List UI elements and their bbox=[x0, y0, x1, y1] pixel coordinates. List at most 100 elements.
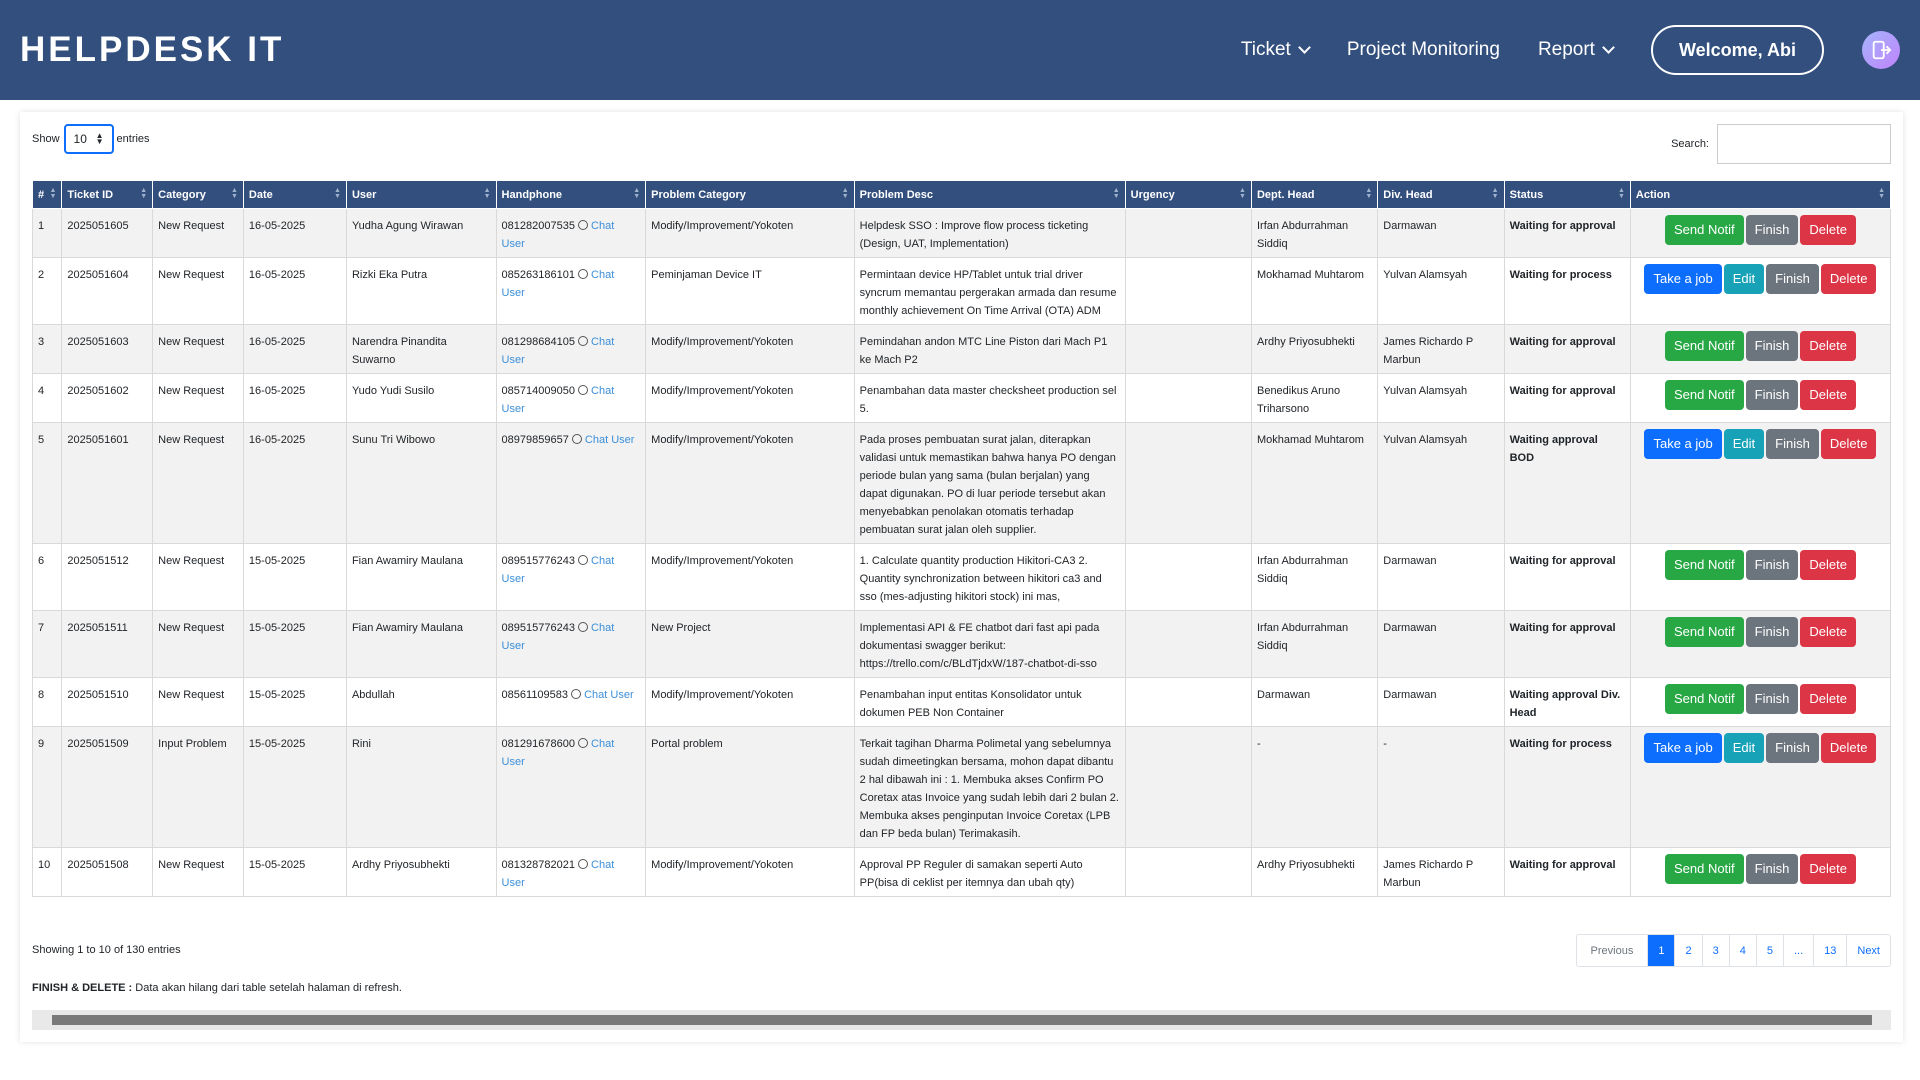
nav-project-monitoring[interactable]: Project Monitoring bbox=[1347, 39, 1500, 61]
phone-number: 08561109583 bbox=[501, 689, 569, 701]
chevron-down-icon bbox=[1602, 41, 1615, 54]
pagination-next[interactable]: Next bbox=[1846, 935, 1890, 966]
whatsapp-icon bbox=[578, 385, 589, 395]
nav-ticket[interactable]: Ticket bbox=[1241, 39, 1311, 61]
delete-button[interactable]: Delete bbox=[1800, 215, 1856, 245]
cell-category: New Request bbox=[152, 208, 244, 258]
column-header[interactable]: Status ▲ ▼ bbox=[1503, 180, 1631, 209]
cell-date: 16-05-2025 bbox=[242, 422, 347, 544]
cell-no: 5 bbox=[31, 422, 63, 544]
entries-select[interactable]: 10 ▲ ▼ bbox=[63, 124, 114, 154]
delete-button[interactable]: Delete bbox=[1800, 380, 1856, 410]
phone-number: 081328782021 bbox=[501, 859, 575, 871]
cell-category: New Request bbox=[152, 610, 244, 678]
cell-urgency bbox=[1124, 208, 1252, 258]
finish-button[interactable]: Finish bbox=[1745, 331, 1799, 361]
pagination-page[interactable]: 2 bbox=[1674, 935, 1701, 966]
cell-no: 4 bbox=[31, 373, 63, 423]
chat-user-link[interactable]: Chat User bbox=[571, 434, 635, 446]
cell-dept-head: Irfan Abdurrahman Siddiq bbox=[1250, 543, 1379, 611]
cell-user: Ardhy Priyosubhekti bbox=[345, 847, 497, 897]
edit-button[interactable]: Edit bbox=[1723, 429, 1765, 459]
column-header[interactable]: # ▲ ▼ bbox=[31, 180, 63, 209]
chat-user-label: Chat User bbox=[584, 434, 635, 446]
scrollbar-thumb[interactable] bbox=[52, 1015, 1872, 1025]
nav-report[interactable]: Report bbox=[1538, 39, 1615, 61]
column-header[interactable]: Action ▲ ▼ bbox=[1629, 180, 1892, 209]
column-header[interactable]: Category ▲ ▼ bbox=[152, 180, 244, 209]
take-a-job-button[interactable]: Take a job bbox=[1644, 264, 1722, 294]
finish-button[interactable]: Finish bbox=[1745, 854, 1799, 884]
cell-problem-desc: 1. Calculate quantity production Hikitor… bbox=[853, 543, 1126, 611]
edit-button[interactable]: Edit bbox=[1723, 733, 1765, 763]
send-notif-button[interactable]: Send Notif bbox=[1664, 215, 1744, 245]
pagination-previous[interactable]: Previous bbox=[1577, 935, 1648, 966]
column-header[interactable]: Problem Category ▲ ▼ bbox=[645, 180, 855, 209]
cell-handphone: 085263186101 Chat User bbox=[495, 257, 647, 325]
horizontal-scrollbar[interactable] bbox=[32, 1010, 1891, 1030]
send-notif-button[interactable]: Send Notif bbox=[1664, 854, 1744, 884]
cell-no: 10 bbox=[31, 847, 63, 897]
finish-button[interactable]: Finish bbox=[1766, 429, 1819, 459]
status-cell: Waiting for approval bbox=[1503, 324, 1631, 374]
take-a-job-button[interactable]: Take a job bbox=[1644, 733, 1722, 763]
finish-button[interactable]: Finish bbox=[1745, 550, 1799, 580]
finish-button[interactable]: Finish bbox=[1766, 733, 1819, 763]
search-input[interactable] bbox=[1717, 124, 1891, 164]
pagination-page[interactable]: ... bbox=[1782, 935, 1813, 966]
column-header-label: User bbox=[351, 188, 377, 201]
sort-icon: ▲ ▼ bbox=[1239, 187, 1246, 200]
status-cell: Waiting for approval bbox=[1503, 208, 1631, 258]
send-notif-button[interactable]: Send Notif bbox=[1664, 617, 1744, 647]
cell-urgency bbox=[1124, 847, 1252, 897]
cell-ticket-id: 2025051605 bbox=[61, 208, 154, 258]
delete-button[interactable]: Delete bbox=[1800, 617, 1856, 647]
column-header[interactable]: User ▲ ▼ bbox=[345, 180, 497, 209]
delete-button[interactable]: Delete bbox=[1820, 264, 1877, 294]
finish-button[interactable]: Finish bbox=[1766, 264, 1819, 294]
take-a-job-button[interactable]: Take a job bbox=[1644, 429, 1722, 459]
pagination-page[interactable]: 5 bbox=[1755, 935, 1783, 966]
welcome-button[interactable]: Welcome, Abi bbox=[1650, 25, 1824, 75]
finish-button[interactable]: Finish bbox=[1745, 617, 1799, 647]
phone-number: 085714009050 bbox=[501, 385, 575, 397]
pagination-page[interactable]: 3 bbox=[1701, 935, 1729, 966]
status-cell: Waiting for approval bbox=[1503, 847, 1631, 897]
chat-user-link[interactable]: Chat User bbox=[571, 689, 634, 701]
delete-button[interactable]: Delete bbox=[1800, 331, 1856, 361]
finish-button[interactable]: Finish bbox=[1745, 380, 1799, 410]
edit-button[interactable]: Edit bbox=[1723, 264, 1765, 294]
delete-button[interactable]: Delete bbox=[1800, 684, 1856, 714]
send-notif-button[interactable]: Send Notif bbox=[1664, 550, 1744, 580]
cell-handphone: 085714009050 Chat User bbox=[495, 373, 647, 423]
cell-dept-head: Mokhamad Muhtarom bbox=[1250, 422, 1379, 544]
pagination-page[interactable]: 13 bbox=[1813, 935, 1846, 966]
pagination-page[interactable]: 1 bbox=[1647, 935, 1675, 966]
column-header[interactable]: Ticket ID ▲ ▼ bbox=[61, 180, 154, 209]
finish-button[interactable]: Finish bbox=[1745, 215, 1799, 245]
sort-icon: ▲ ▼ bbox=[49, 187, 57, 200]
finish-button[interactable]: Finish bbox=[1745, 684, 1799, 714]
logout-button[interactable] bbox=[1862, 31, 1900, 69]
send-notif-button[interactable]: Send Notif bbox=[1664, 684, 1744, 714]
cell-actions: Take a job Edit Finish Delete bbox=[1629, 422, 1892, 544]
column-header[interactable]: Date ▲ ▼ bbox=[242, 180, 347, 209]
whatsapp-icon bbox=[578, 622, 589, 632]
send-notif-button[interactable]: Send Notif bbox=[1664, 380, 1744, 410]
column-header[interactable]: Problem Desc ▲ ▼ bbox=[853, 180, 1126, 209]
cell-dept-head: Ardhy Priyosubhekti bbox=[1250, 324, 1379, 374]
send-notif-button[interactable]: Send Notif bbox=[1664, 331, 1744, 361]
cell-user: Abdullah bbox=[345, 677, 497, 727]
brand-logo[interactable]: HELPDESK IT bbox=[20, 30, 284, 70]
delete-button[interactable]: Delete bbox=[1800, 854, 1856, 884]
column-header[interactable]: Handphone ▲ ▼ bbox=[495, 180, 647, 209]
delete-button[interactable]: Delete bbox=[1800, 550, 1856, 580]
whatsapp-icon bbox=[578, 269, 589, 279]
delete-button[interactable]: Delete bbox=[1820, 733, 1877, 763]
pagination-page[interactable]: 4 bbox=[1728, 935, 1756, 966]
column-header[interactable]: Div. Head ▲ ▼ bbox=[1377, 180, 1505, 209]
delete-button[interactable]: Delete bbox=[1820, 429, 1877, 459]
column-header[interactable]: Dept. Head ▲ ▼ bbox=[1250, 180, 1379, 209]
sort-icon: ▲ ▼ bbox=[1112, 187, 1120, 200]
column-header[interactable]: Urgency ▲ ▼ bbox=[1124, 180, 1252, 209]
